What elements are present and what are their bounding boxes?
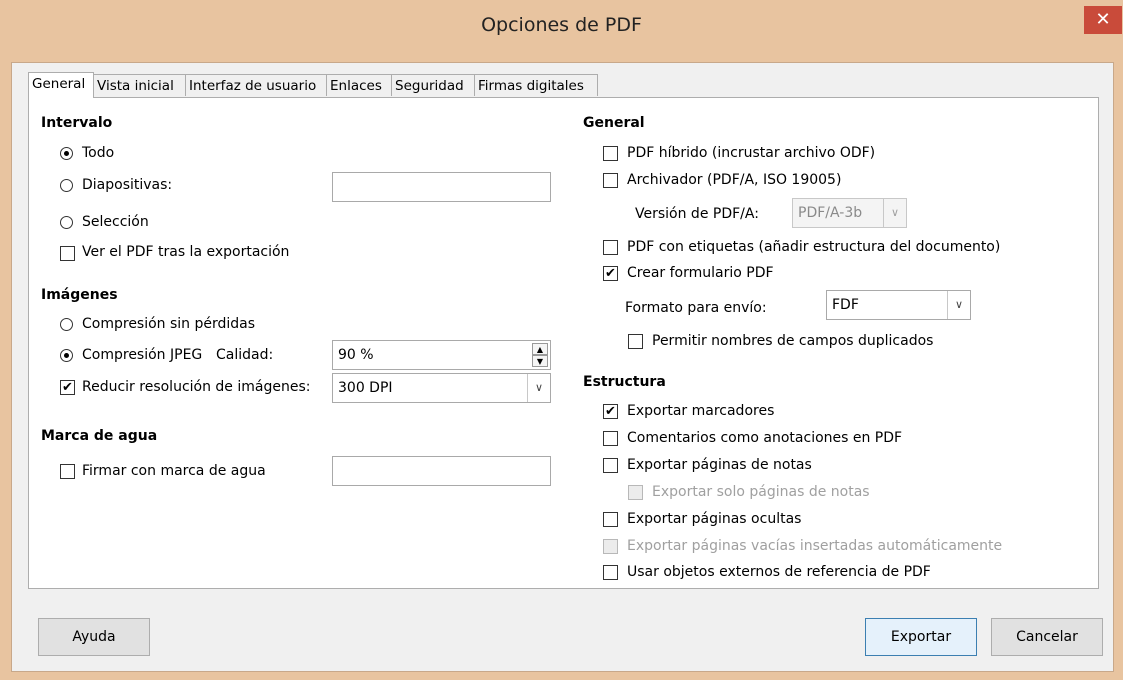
version-value: PDF/A-3b xyxy=(798,205,863,221)
ocultas-label: Exportar páginas ocultas xyxy=(627,511,802,527)
imagenes-heading: Imágenes xyxy=(41,287,118,303)
vacias-label: Exportar páginas vacías insertadas autom… xyxy=(627,538,1003,554)
jpeg-radio[interactable] xyxy=(60,349,73,362)
permitir-label: Permitir nombres de campos duplicados xyxy=(652,333,934,349)
etiquetas-label: PDF con etiquetas (añadir estructura del… xyxy=(627,239,1001,255)
calidad-label: Calidad: xyxy=(216,347,274,363)
sin-perdidas-radio[interactable] xyxy=(60,318,73,331)
tab-enlaces[interactable]: Enlaces xyxy=(326,74,392,96)
estructura-heading: Estructura xyxy=(583,374,666,390)
cancelar-button[interactable]: Cancelar xyxy=(991,618,1103,656)
hibrido-label: PDF híbrido (incrustar archivo ODF) xyxy=(627,145,876,161)
calidad-value: 90 % xyxy=(338,347,374,363)
marca-heading: Marca de agua xyxy=(41,428,158,444)
version-dropdown[interactable]: PDF/A-3b ∨ xyxy=(792,198,907,228)
solo-notas-checkbox[interactable] xyxy=(628,485,643,500)
todo-label: Todo xyxy=(82,145,115,161)
general-tab-panel: Intervalo Todo Diapositivas: Selección V… xyxy=(28,97,1099,589)
resolucion-value: 300 DPI xyxy=(338,380,393,396)
general-heading: General xyxy=(583,115,645,131)
dialog-title: Opciones de PDF xyxy=(481,14,642,36)
formulario-label: Crear formulario PDF xyxy=(627,265,774,281)
ver-pdf-label: Ver el PDF tras la exportación xyxy=(82,244,290,260)
diapositivas-radio[interactable] xyxy=(60,179,73,192)
comentarios-label: Comentarios como anotaciones en PDF xyxy=(627,430,903,446)
vacias-checkbox[interactable] xyxy=(603,539,618,554)
dialog-body: General Vista inicial Interfaz de usuari… xyxy=(11,62,1114,672)
tab-interfaz-usuario[interactable]: Interfaz de usuario xyxy=(185,74,327,96)
formato-dropdown[interactable]: FDF ∨ xyxy=(826,290,971,320)
firmar-input[interactable] xyxy=(332,456,551,486)
ocultas-checkbox[interactable] xyxy=(603,512,618,527)
diapositivas-label: Diapositivas: xyxy=(82,177,173,193)
jpeg-label: Compresión JPEG xyxy=(82,347,203,363)
sin-perdidas-label: Compresión sin pérdidas xyxy=(82,316,256,332)
ver-pdf-checkbox[interactable] xyxy=(60,246,75,261)
ayuda-button[interactable]: Ayuda xyxy=(38,618,150,656)
pdf-options-dialog: Opciones de PDF ✕ General Vista inicial … xyxy=(0,0,1123,680)
externos-checkbox[interactable] xyxy=(603,565,618,580)
chevron-down-icon[interactable]: ∨ xyxy=(527,374,550,402)
formulario-checkbox[interactable]: ✔ xyxy=(603,266,618,281)
spin-down-icon[interactable]: ▼ xyxy=(532,355,548,367)
firmar-label: Firmar con marca de agua xyxy=(82,463,266,479)
todo-radio[interactable] xyxy=(60,147,73,160)
externos-label: Usar objetos externos de referencia de P… xyxy=(627,564,931,580)
tab-seguridad[interactable]: Seguridad xyxy=(391,74,475,96)
marcadores-checkbox[interactable]: ✔ xyxy=(603,404,618,419)
archivador-checkbox[interactable] xyxy=(603,173,618,188)
seleccion-radio[interactable] xyxy=(60,216,73,229)
notas-label: Exportar páginas de notas xyxy=(627,457,812,473)
resolucion-dropdown[interactable]: 300 DPI ∨ xyxy=(332,373,551,403)
archivador-label: Archivador (PDF/A, ISO 19005) xyxy=(627,172,842,188)
firmar-checkbox[interactable] xyxy=(60,464,75,479)
close-button[interactable]: ✕ xyxy=(1084,6,1122,34)
tab-firmas-digitales[interactable]: Firmas digitales xyxy=(474,74,598,96)
spin-up-icon[interactable]: ▲ xyxy=(532,343,548,355)
formato-label: Formato para envío: xyxy=(625,300,767,316)
exportar-button[interactable]: Exportar xyxy=(865,618,977,656)
title-bar[interactable]: Opciones de PDF ✕ xyxy=(0,0,1123,62)
hibrido-checkbox[interactable] xyxy=(603,146,618,161)
marcadores-label: Exportar marcadores xyxy=(627,403,775,419)
chevron-down-icon[interactable]: ∨ xyxy=(883,199,906,227)
permitir-checkbox[interactable] xyxy=(628,334,643,349)
formato-value: FDF xyxy=(832,297,859,313)
tab-vista-inicial[interactable]: Vista inicial xyxy=(93,74,186,96)
tab-general[interactable]: General xyxy=(28,72,94,98)
notas-checkbox[interactable] xyxy=(603,458,618,473)
seleccion-label: Selección xyxy=(82,214,149,230)
diapositivas-input[interactable] xyxy=(332,172,551,202)
comentarios-checkbox[interactable] xyxy=(603,431,618,446)
reducir-label: Reducir resolución de imágenes: xyxy=(82,379,311,395)
version-label: Versión de PDF/A: xyxy=(635,206,759,222)
reducir-checkbox[interactable]: ✔ xyxy=(60,380,75,395)
chevron-down-icon[interactable]: ∨ xyxy=(947,291,970,319)
solo-notas-label: Exportar solo páginas de notas xyxy=(652,484,870,500)
intervalo-heading: Intervalo xyxy=(41,115,113,131)
calidad-spinbox[interactable]: 90 % ▲ ▼ xyxy=(332,340,551,370)
etiquetas-checkbox[interactable] xyxy=(603,240,618,255)
